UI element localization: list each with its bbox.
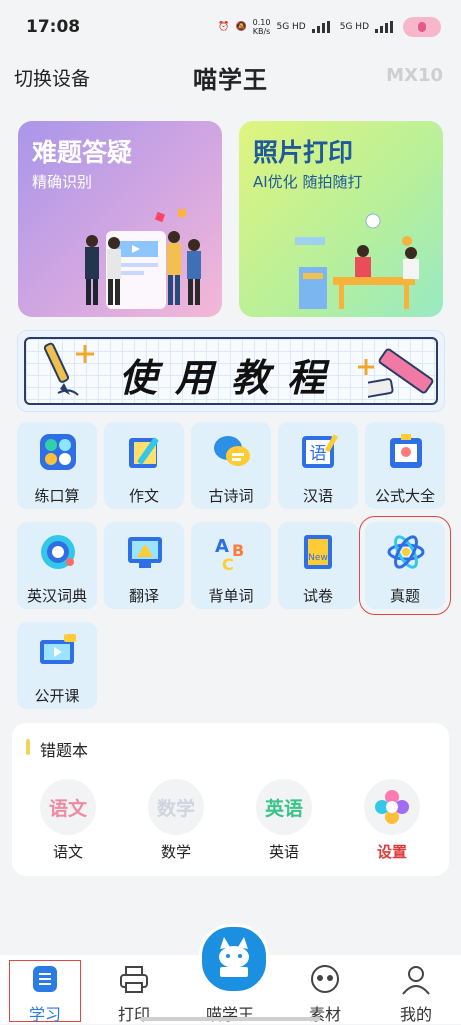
cat-home-button[interactable] <box>199 924 269 994</box>
svg-text:语: 语 <box>310 444 327 464</box>
tab-label: 喵学王 <box>205 1005 254 1024</box>
math-badge-icon: 数学 <box>148 779 204 835</box>
subject-label: 语文 <box>52 843 83 861</box>
abc-letters-icon: A BC <box>215 536 244 572</box>
tool-label: 真题 <box>389 587 420 605</box>
tool-label: 练口算 <box>34 487 80 505</box>
section-accent <box>26 739 30 755</box>
tool-label: 作文 <box>128 487 159 505</box>
tool-label: 英汉词典 <box>26 587 87 605</box>
tool-chinese[interactable]: 语 汉语 <box>278 422 358 509</box>
tool-label: 试卷 <box>302 587 333 605</box>
tool-label: 古诗词 <box>208 487 254 505</box>
atom-icon <box>387 535 425 569</box>
flower-gear-icon <box>364 779 420 835</box>
signal-label-1: 5G HD <box>276 22 306 32</box>
tab-materials[interactable]: 素材 <box>290 961 360 1024</box>
signal-label-2: 5G HD <box>339 22 369 32</box>
chat-bubble-icon <box>214 436 250 466</box>
device-model: MX10 <box>386 65 443 86</box>
card-subtitle: AI优化 随拍随打 <box>253 173 363 191</box>
tab-print[interactable]: 打印 <box>99 961 169 1024</box>
wrong-answer-book: 错题本 语文 语文 数学 数学 英语 英语 设置 <box>12 723 449 876</box>
status-icons: ⏰ 🔕 0.10 KB/s 5G HD 5G HD <box>218 17 441 37</box>
tool-label: 翻译 <box>128 587 159 605</box>
net-speed: 0.10 KB/s <box>252 18 271 36</box>
printer-icon <box>120 966 148 993</box>
exam-paper-icon: New <box>304 535 332 569</box>
card-title: 难题答疑 <box>32 138 133 167</box>
card-title: 照片打印 <box>253 138 354 167</box>
signal-icon-2 <box>375 21 397 33</box>
subject-label: 英语 <box>268 843 299 861</box>
utility-knife-icon <box>368 348 434 398</box>
tab-label: 素材 <box>308 1005 341 1024</box>
mute-icon: 🔕 <box>235 22 247 32</box>
svg-text:New: New <box>308 553 328 563</box>
people-illustration-icon <box>85 209 201 309</box>
tool-label: 汉语 <box>302 487 333 505</box>
tool-exam-papers[interactable]: New 试卷 <box>278 522 358 609</box>
tool-vocabulary[interactable]: ABC 背单词 <box>191 522 271 609</box>
subject-label: 设置 <box>376 843 407 861</box>
book-pen-icon <box>129 437 159 468</box>
svg-text:C: C <box>222 555 234 572</box>
tool-dictionary[interactable]: 英汉词典 <box>17 522 97 609</box>
dictionary-icon <box>41 535 75 569</box>
tool-formulas[interactable]: 公式大全 <box>365 422 445 509</box>
signal-icon <box>311 21 334 33</box>
subject-english[interactable]: 英语 英语 <box>244 779 324 863</box>
battery-bow-icon <box>403 17 441 37</box>
subject-label: 数学 <box>160 843 191 861</box>
tab-profile[interactable]: 我的 <box>381 961 451 1024</box>
video-screen-icon <box>40 634 76 664</box>
quote-icon <box>311 965 339 993</box>
tool-mental-math[interactable]: 练口算 <box>17 422 97 509</box>
svg-text:B: B <box>232 541 244 560</box>
card-subtitle: 精确识别 <box>32 173 93 191</box>
tool-open-class[interactable]: 公开课 <box>17 622 97 709</box>
tool-poetry[interactable]: 古诗词 <box>191 422 271 509</box>
tool-composition[interactable]: 作文 <box>104 422 184 509</box>
home-indicator <box>140 1017 320 1021</box>
tool-translate[interactable]: 翻译 <box>104 522 184 609</box>
tutorial-banner[interactable]: 使用教程 <box>17 330 445 412</box>
chinese-badge-icon: 语文 <box>40 779 96 835</box>
cat-book-icon <box>219 937 249 977</box>
app-header: 切换设备 喵学王 MX10 <box>0 56 461 96</box>
status-bar: 17:08 ⏰ 🔕 0.10 KB/s 5G HD 5G HD <box>0 0 461 52</box>
chinese-char-icon: 语 <box>302 434 339 468</box>
card-photo-print[interactable]: 照片打印 AI优化 随拍随打 <box>239 121 443 317</box>
svg-text:A: A <box>215 536 229 557</box>
calculator-icon <box>40 434 76 470</box>
status-time: 17:08 <box>26 17 81 37</box>
subject-chinese[interactable]: 语文 语文 <box>28 779 108 863</box>
formula-card-icon <box>390 434 422 468</box>
alarm-icon: ⏰ <box>218 22 230 32</box>
person-icon <box>402 966 430 995</box>
tab-study[interactable]: 学习 <box>9 960 81 1024</box>
translate-icon <box>128 537 162 568</box>
tool-label: 公式大全 <box>374 487 435 505</box>
tab-label: 打印 <box>117 1005 150 1024</box>
tab-label: 我的 <box>399 1005 432 1024</box>
english-badge-icon: 英语 <box>256 779 312 835</box>
study-icon <box>33 966 57 992</box>
tool-label: 背单词 <box>208 587 254 605</box>
study-desk-illustration-icon <box>295 213 419 309</box>
card-question-answer[interactable]: 难题答疑 精确识别 <box>18 121 222 317</box>
tab-label: 学习 <box>28 1005 61 1024</box>
tool-label: 公开课 <box>34 687 80 705</box>
tool-past-exams[interactable]: 真题 <box>359 516 451 615</box>
subject-settings[interactable]: 设置 <box>352 779 432 863</box>
section-title: 错题本 <box>40 741 89 760</box>
subject-math[interactable]: 数学 数学 <box>136 779 216 863</box>
